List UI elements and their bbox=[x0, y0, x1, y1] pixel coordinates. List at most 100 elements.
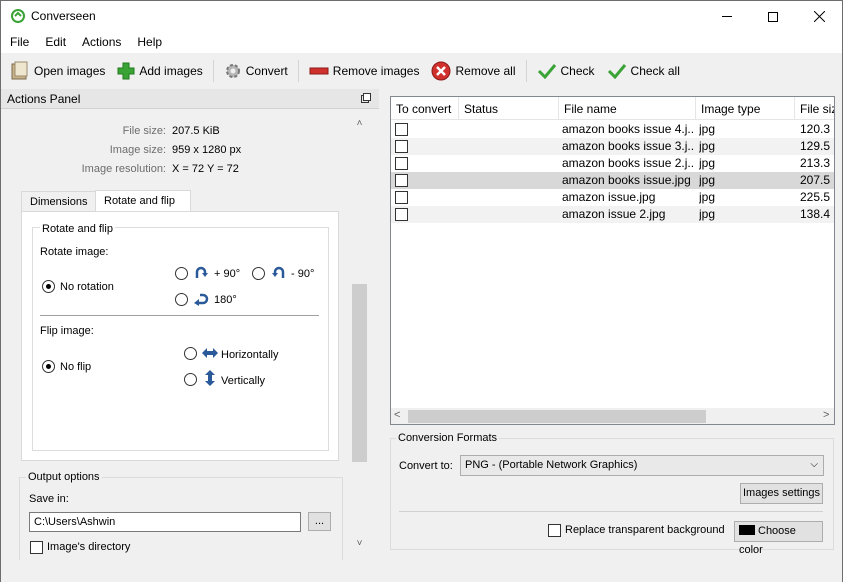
close-button[interactable] bbox=[796, 1, 842, 32]
rotate-180-radio[interactable] bbox=[175, 293, 188, 306]
row-checkbox[interactable] bbox=[395, 157, 408, 170]
tab-dimensions[interactable]: Dimensions bbox=[21, 191, 96, 212]
minimize-button[interactable] bbox=[704, 1, 750, 32]
window-title: Converseen bbox=[31, 9, 96, 23]
file-name-cell: amazon books issue.jpg bbox=[562, 173, 691, 187]
menu-edit[interactable]: Edit bbox=[36, 32, 73, 53]
menu-file[interactable]: File bbox=[1, 32, 36, 53]
table-horizontal-scrollbar[interactable]: < > bbox=[391, 408, 834, 424]
save-in-field[interactable] bbox=[29, 512, 301, 532]
rotate-flip-tab-body: Rotate and flip Rotate image: No rotatio… bbox=[21, 211, 339, 461]
close-icon bbox=[813, 11, 825, 22]
column-to-convert[interactable]: To convert bbox=[391, 97, 459, 120]
tab-rotate-and-flip[interactable]: Rotate and flip bbox=[95, 190, 191, 212]
file-size-cell: 129.5 K bbox=[800, 139, 834, 153]
row-checkbox[interactable] bbox=[395, 123, 408, 136]
image-type-cell: jpg bbox=[699, 173, 716, 187]
image-size-value: 959 x 1280 px bbox=[172, 144, 242, 156]
scroll-down-icon[interactable]: ˅ bbox=[351, 538, 368, 555]
actions-panel-scrollbar[interactable]: ˄ ˅ bbox=[351, 114, 368, 554]
column-image-type[interactable]: Image type bbox=[696, 97, 795, 120]
replace-transparent-label: Replace transparent background bbox=[565, 524, 725, 536]
table-row[interactable]: amazon books issue 4.j... jpg 120.3 K bbox=[391, 121, 834, 138]
chevron-down-icon: ⌵ bbox=[810, 459, 818, 470]
add-icon bbox=[117, 62, 135, 80]
convert-to-value: PNG - (Portable Network Graphics) bbox=[465, 459, 638, 471]
scrollbar-thumb[interactable] bbox=[352, 284, 367, 462]
checkmark-icon bbox=[607, 64, 626, 79]
replace-transparent-checkbox[interactable] bbox=[548, 524, 561, 537]
file-size-cell: 138.4 K bbox=[800, 207, 834, 221]
rotate-flip-group-title: Rotate and flip bbox=[40, 223, 115, 235]
check-label: Check bbox=[560, 64, 595, 78]
rotate-180-icon bbox=[194, 293, 209, 306]
output-options-title: Output options bbox=[26, 471, 102, 483]
image-size-label: Image size: bbox=[109, 144, 166, 156]
add-images-button[interactable]: Add images bbox=[111, 58, 208, 84]
column-file-name[interactable]: File name bbox=[559, 97, 696, 120]
rotate-plus90-label: + 90° bbox=[214, 268, 241, 280]
open-images-label: Open images bbox=[34, 64, 106, 78]
row-checkbox[interactable] bbox=[395, 174, 408, 187]
check-button[interactable]: Check bbox=[531, 58, 601, 84]
menu-actions[interactable]: Actions bbox=[73, 32, 128, 53]
main-window: Converseen File Edit Actions Help Open i… bbox=[0, 0, 843, 582]
table-row[interactable]: amazon issue 2.jpg jpg 138.4 K bbox=[391, 206, 834, 223]
rotate-minus90-radio[interactable] bbox=[252, 267, 265, 280]
menu-help[interactable]: Help bbox=[128, 32, 169, 53]
image-type-cell: jpg bbox=[699, 190, 716, 204]
rotate-counterclockwise-icon bbox=[272, 266, 285, 278]
image-resolution-value: X = 72 Y = 72 bbox=[172, 163, 239, 175]
scroll-up-icon[interactable]: ˄ bbox=[351, 118, 368, 135]
toolbar-separator bbox=[212, 60, 214, 82]
maximize-button[interactable] bbox=[750, 1, 796, 32]
column-status[interactable]: Status bbox=[459, 97, 559, 120]
remove-all-button[interactable]: Remove all bbox=[425, 58, 521, 84]
image-type-cell: jpg bbox=[699, 207, 716, 221]
table-row[interactable]: amazon issue.jpg jpg 225.5 K bbox=[391, 189, 834, 206]
scrollbar-thumb[interactable] bbox=[408, 410, 706, 423]
check-all-label: Check all bbox=[630, 64, 680, 78]
no-flip-radio[interactable] bbox=[42, 360, 55, 373]
file-name-cell: amazon books issue 2.j... bbox=[562, 156, 694, 170]
table-row[interactable]: amazon books issue 2.j... jpg 213.3 K bbox=[391, 155, 834, 172]
flip-horizontally-label: Horizontally bbox=[221, 349, 279, 361]
convert-button[interactable]: Convert bbox=[218, 58, 294, 84]
rotate-image-label: Rotate image: bbox=[40, 246, 109, 258]
row-checkbox[interactable] bbox=[395, 208, 408, 221]
row-checkbox[interactable] bbox=[395, 140, 408, 153]
toolbar-separator bbox=[525, 60, 527, 82]
images-settings-button[interactable]: Images settings bbox=[740, 483, 823, 504]
check-all-button[interactable]: Check all bbox=[601, 58, 686, 84]
flip-horizontally-radio[interactable] bbox=[184, 347, 197, 360]
image-resolution-label: Image resolution: bbox=[81, 163, 166, 175]
conversion-formats-title: Conversion Formats bbox=[396, 432, 500, 444]
checkmark-icon bbox=[537, 64, 556, 79]
image-directory-checkbox[interactable] bbox=[30, 541, 43, 554]
image-directory-label: Image's directory bbox=[47, 541, 131, 553]
rotate-plus90-radio[interactable] bbox=[175, 267, 188, 280]
save-in-label: Save in: bbox=[29, 493, 69, 505]
rotate-clockwise-icon bbox=[195, 266, 208, 278]
image-type-cell: jpg bbox=[699, 139, 716, 153]
file-size-cell: 207.5 K bbox=[800, 173, 834, 187]
no-rotation-radio[interactable] bbox=[42, 280, 55, 293]
file-size-value: 207.5 KiB bbox=[172, 125, 220, 137]
file-name-cell: amazon issue 2.jpg bbox=[562, 207, 666, 221]
scroll-left-icon[interactable]: < bbox=[394, 409, 400, 421]
column-file-size[interactable]: File size bbox=[795, 97, 834, 120]
scroll-right-icon[interactable]: > bbox=[823, 409, 829, 421]
toolbar-separator bbox=[297, 60, 299, 82]
row-checkbox[interactable] bbox=[395, 191, 408, 204]
choose-color-button[interactable]: Choose color bbox=[734, 521, 823, 556]
convert-to-select[interactable]: PNG - (Portable Network Graphics) ⌵ bbox=[460, 455, 824, 476]
actions-panel-header: Actions Panel bbox=[1, 89, 379, 109]
open-images-button[interactable]: Open images bbox=[1, 58, 111, 84]
browse-button[interactable]: ... bbox=[308, 512, 331, 531]
remove-images-button[interactable]: Remove images bbox=[303, 58, 426, 84]
flip-vertically-radio[interactable] bbox=[184, 373, 197, 386]
table-row[interactable]: amazon books issue 3.j... jpg 129.5 K bbox=[391, 138, 834, 155]
table-row-selected[interactable]: amazon books issue.jpg jpg 207.5 K bbox=[391, 172, 834, 189]
undock-icon[interactable] bbox=[361, 93, 371, 106]
rotate-180-label: 180° bbox=[214, 294, 237, 306]
